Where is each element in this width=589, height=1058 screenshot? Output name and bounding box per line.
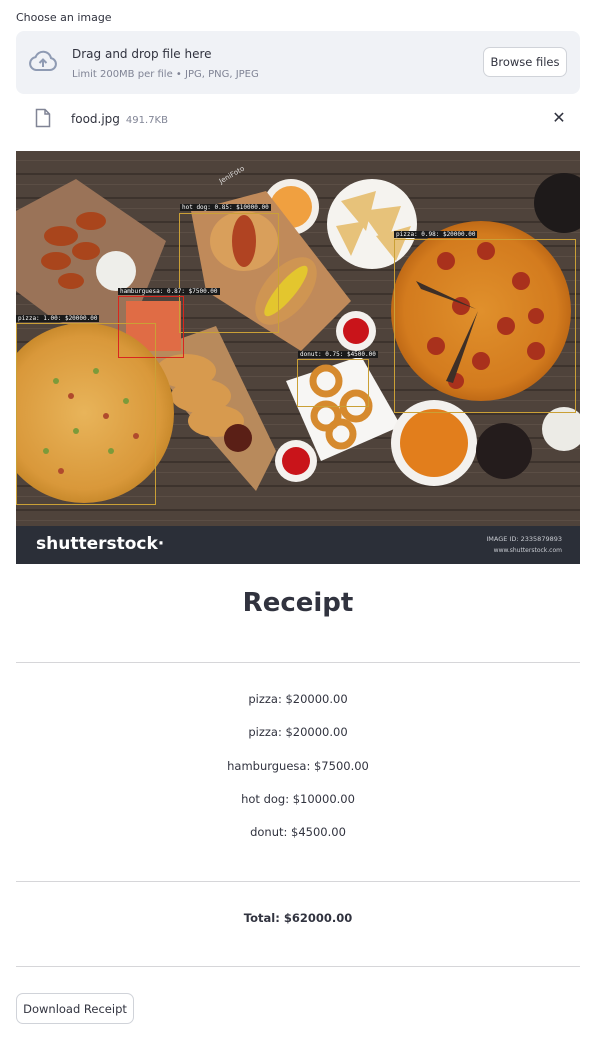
- receipt-item: donut: $4500.00: [250, 825, 346, 839]
- receipt-item: pizza: $20000.00: [248, 725, 348, 739]
- receipt-item: pizza: $20000.00: [248, 692, 348, 706]
- file-name: food.jpg 491.7KB: [71, 112, 168, 126]
- receipt-item: hot dog: $10000.00: [241, 792, 355, 806]
- watermark-image-id: IMAGE ID: 2335879893: [486, 535, 562, 543]
- receipt-total: Total: $62000.00: [243, 911, 353, 925]
- file-size: 491.7KB: [125, 115, 168, 126]
- file-dropzone[interactable]: Drag and drop file here Limit 200MB per …: [16, 31, 580, 94]
- detection-box-pizza-left: [16, 323, 156, 505]
- detection-label-hot-dog: hot dog: 0.85: $10000.00: [180, 204, 271, 211]
- file-icon: [35, 108, 51, 128]
- detection-label-pizza-right: pizza: 0.98: $20000.00: [394, 231, 478, 238]
- download-receipt-button[interactable]: Download Receipt: [16, 993, 134, 1024]
- remove-file-icon[interactable]: ✕: [550, 109, 568, 127]
- uploaded-file-row: food.jpg 491.7KB ✕: [16, 104, 580, 134]
- receipt-title: Receipt: [242, 588, 354, 618]
- divider: [16, 662, 580, 663]
- browse-files-button[interactable]: Browse files: [483, 47, 567, 77]
- divider: [16, 966, 580, 967]
- dropzone-title: Drag and drop file here: [72, 47, 212, 61]
- watermark-url: www.shutterstock.com: [493, 547, 562, 554]
- detection-box-donut: [297, 359, 369, 407]
- watermark-bar: shutterstock· IMAGE ID: 2335879893 www.s…: [16, 526, 580, 564]
- detection-box-pizza-right: [394, 239, 576, 413]
- uploader-label: Choose an image: [16, 11, 112, 24]
- cloud-upload-icon: [29, 50, 57, 71]
- watermark-logo: shutterstock·: [36, 534, 165, 554]
- detection-box-hot-dog: [179, 213, 279, 333]
- divider: [16, 881, 580, 882]
- detection-label-hamburguesa: hamburguesa: 0.87: $7500.00: [118, 288, 220, 295]
- detection-image: hot dog: 0.85: $10000.00 pizza: 0.98: $2…: [16, 151, 580, 564]
- receipt-item: hamburguesa: $7500.00: [227, 759, 369, 773]
- detection-label-donut: donut: 0.75: $4500.00: [298, 351, 378, 358]
- dropzone-limits: Limit 200MB per file • JPG, PNG, JPEG: [72, 69, 259, 80]
- file-name-text: food.jpg: [71, 112, 120, 126]
- detection-label-pizza-left: pizza: 1.00: $20000.00: [16, 315, 100, 322]
